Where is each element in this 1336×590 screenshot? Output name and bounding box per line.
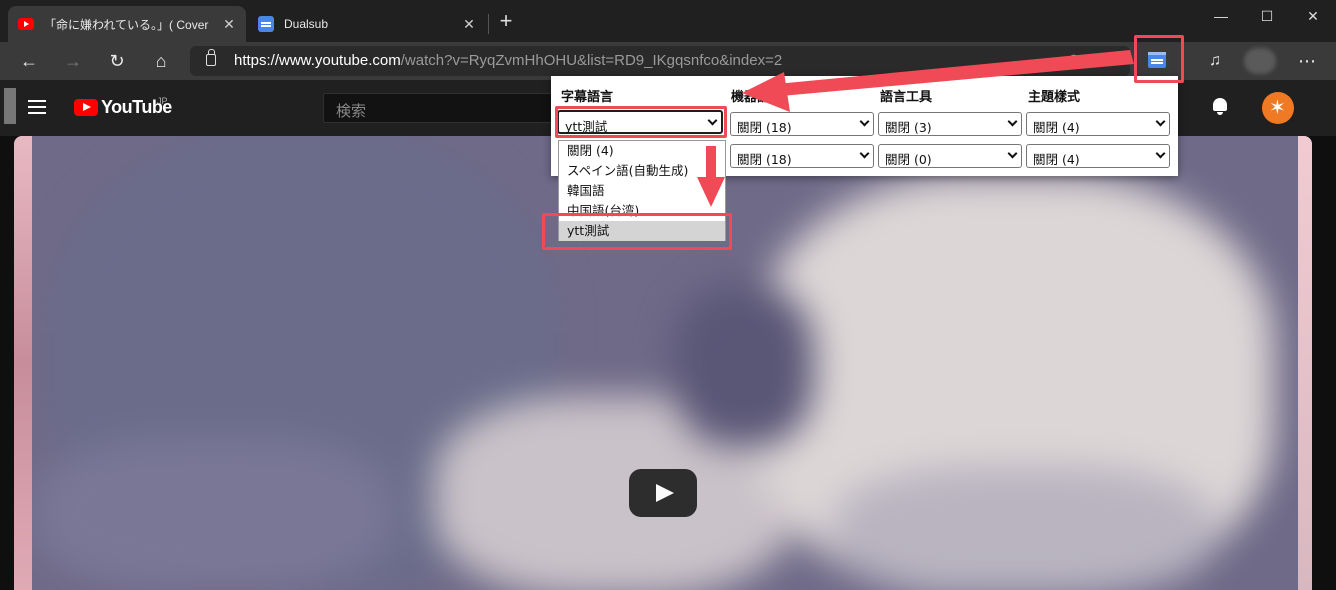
- annotation-highlight-select: [555, 106, 727, 138]
- annotation-highlight-option: [542, 213, 732, 250]
- search-input[interactable]: 検索: [323, 93, 573, 123]
- maximize-button[interactable]: ☐: [1244, 4, 1290, 28]
- select-value: 關閉 (4): [1033, 120, 1080, 135]
- dropdown-option[interactable]: 關閉 (4): [559, 141, 725, 161]
- chevron-down-icon: [1155, 148, 1166, 159]
- language-tools-select-2[interactable]: 關閉 (0): [878, 144, 1022, 168]
- user-avatar[interactable]: [1262, 92, 1294, 124]
- select-value: 關閉 (4): [1033, 152, 1080, 167]
- close-tab-icon[interactable]: ✕: [222, 16, 236, 33]
- tab-title: Dualsub: [284, 17, 329, 31]
- minimize-button[interactable]: —: [1198, 4, 1244, 28]
- machine-translation-label: 機器翻譯: [731, 90, 784, 105]
- chevron-down-icon: [1007, 148, 1018, 159]
- back-arrow-icon[interactable]: ←: [18, 50, 40, 72]
- close-window-button[interactable]: ✕: [1290, 4, 1336, 28]
- language-tools-select-1[interactable]: 關閉 (3): [878, 112, 1022, 136]
- chevron-down-icon: [859, 116, 870, 127]
- forward-arrow-icon[interactable]: →: [62, 50, 84, 72]
- url-host: https://www.youtube.com: [234, 52, 401, 69]
- dropdown-option[interactable]: スペイン語(自動生成): [559, 161, 725, 181]
- video-left-border-art: [14, 136, 32, 590]
- dualsub-favicon-icon: [258, 16, 274, 32]
- chevron-down-icon: [1007, 116, 1018, 127]
- dropdown-option[interactable]: 韓国語: [559, 181, 725, 201]
- address-bar[interactable]: https://www.youtube.com/watch?v=RyqZvmHh…: [190, 46, 1130, 76]
- menu-hamburger-icon[interactable]: [28, 100, 46, 114]
- url-text[interactable]: https://www.youtube.com/watch?v=RyqZvmHh…: [234, 52, 782, 69]
- chevron-down-icon: [1155, 116, 1166, 127]
- tab-divider: [488, 14, 489, 34]
- language-tools-label: 語言工具: [880, 90, 933, 105]
- chevron-down-icon: [859, 148, 870, 159]
- youtube-logo-icon[interactable]: [74, 99, 98, 116]
- tab-youtube[interactable]: 「命に嫌われている。」( Cover ✕: [8, 6, 246, 42]
- new-tab-plus-icon[interactable]: +: [494, 10, 518, 34]
- machine-translation-select-2[interactable]: 關閉 (18): [730, 144, 874, 168]
- lock-icon[interactable]: [206, 49, 216, 66]
- refresh-icon[interactable]: ↻: [106, 50, 128, 72]
- tab-title: 「命に嫌われている。」( Cover: [44, 17, 209, 32]
- side-strip: [4, 88, 16, 124]
- youtube-favicon-icon: [18, 18, 34, 30]
- machine-translation-select-1[interactable]: 關閉 (18): [730, 112, 874, 136]
- subtitle-language-label: 字幕語言: [561, 90, 614, 105]
- video-right-border-art: [1298, 136, 1312, 590]
- select-value: 關閉 (0): [885, 152, 932, 167]
- close-tab-icon[interactable]: ✕: [462, 16, 476, 33]
- search-placeholder: 検索: [336, 103, 367, 120]
- notifications-bell-icon[interactable]: [1212, 98, 1228, 116]
- more-options-icon[interactable]: ⋯: [1296, 50, 1318, 72]
- select-value: 關閉 (3): [885, 120, 932, 135]
- theme-style-label: 主題樣式: [1028, 90, 1081, 105]
- select-value: 關閉 (18): [737, 152, 792, 167]
- profile-avatar[interactable]: [1244, 48, 1276, 74]
- playlist-music-icon[interactable]: ♫: [1204, 50, 1226, 72]
- home-icon[interactable]: ⌂: [150, 50, 172, 72]
- url-path: /watch?v=RyqZvmHhOHU&list=RD9_IKgqsnfco&…: [400, 52, 783, 69]
- select-value: 關閉 (18): [737, 120, 792, 135]
- add-site-icon[interactable]: ⊕: [1063, 50, 1085, 72]
- theme-style-select-2[interactable]: 關閉 (4): [1026, 144, 1170, 168]
- annotation-highlight-extension: [1134, 35, 1184, 83]
- youtube-region: JP: [157, 96, 168, 106]
- play-button[interactable]: [629, 469, 697, 517]
- theme-style-select-1[interactable]: 關閉 (4): [1026, 112, 1170, 136]
- favorite-star-icon[interactable]: ☆: [1099, 50, 1121, 72]
- tab-dualsub[interactable]: Dualsub ✕: [248, 6, 486, 42]
